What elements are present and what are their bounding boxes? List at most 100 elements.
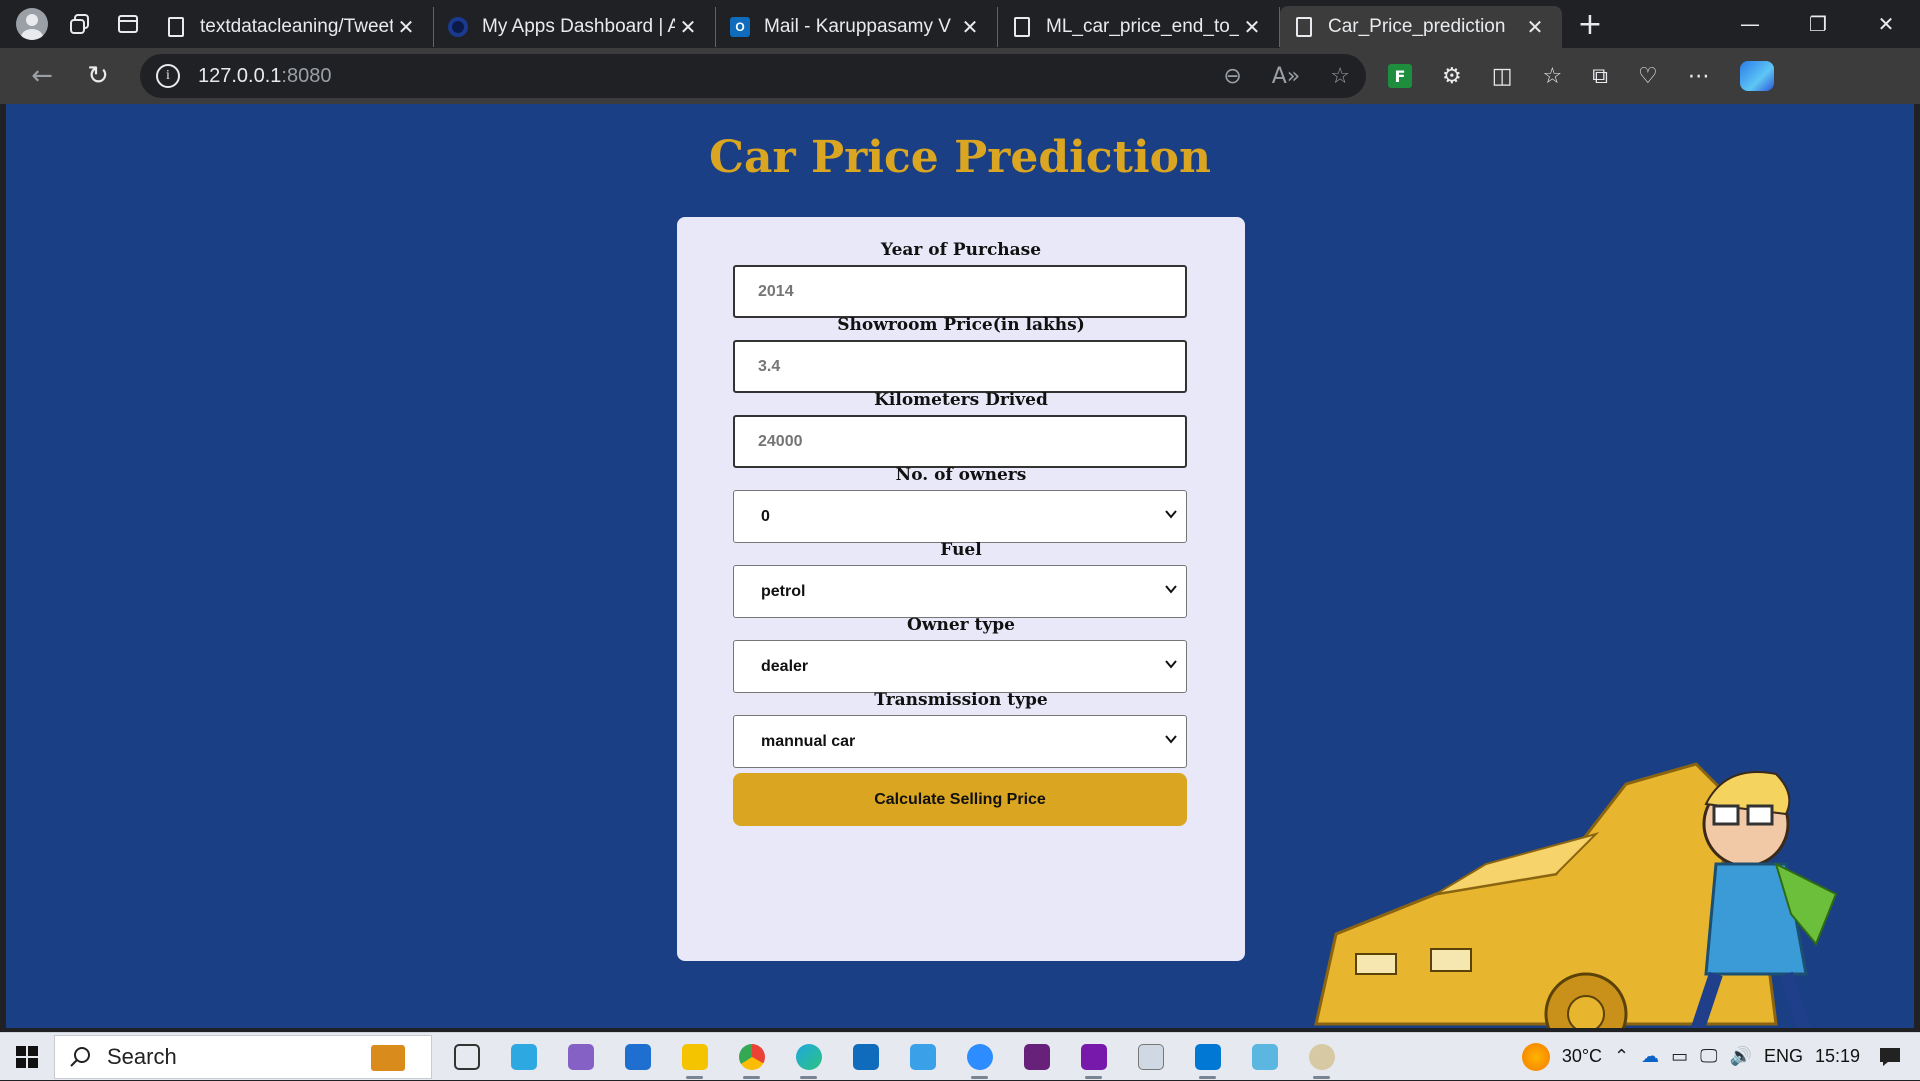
- app-icon[interactable]: [1236, 1033, 1293, 1081]
- chevron-down-icon: [1165, 660, 1177, 669]
- split-screen-icon[interactable]: ◫: [1492, 64, 1513, 89]
- browser-tab-bar: textdatacleaning/Tweets ✕ My Apps Dashbo…: [0, 0, 1920, 48]
- favorites-icon[interactable]: ☆: [1543, 64, 1563, 89]
- minimize-icon[interactable]: —: [1716, 12, 1784, 36]
- notifications-icon[interactable]: [1872, 1042, 1908, 1072]
- tab-title: My Apps Dashboard | Ac: [482, 16, 675, 37]
- owner-type-selected-value: dealer: [761, 657, 809, 675]
- car-illustration: [1314, 762, 1838, 1028]
- file-explorer-icon[interactable]: [666, 1033, 723, 1081]
- chevron-down-icon: [1165, 735, 1177, 744]
- zoom-icon[interactable]: [951, 1033, 1008, 1081]
- start-button[interactable]: [0, 1033, 54, 1081]
- window-controls: — ❐ ✕: [1716, 12, 1920, 36]
- owner-type-select[interactable]: dealer: [733, 640, 1187, 693]
- tab-title: Car_Price_prediction: [1328, 16, 1506, 37]
- pinned-apps: [438, 1033, 1350, 1081]
- input-language[interactable]: ENG: [1764, 1046, 1803, 1067]
- onedrive-cloud-icon[interactable]: ☁: [1641, 1046, 1659, 1067]
- snipping-tool-icon[interactable]: [495, 1033, 552, 1081]
- owners-selected-value: 0: [761, 507, 770, 525]
- calculate-price-button[interactable]: Calculate Selling Price: [733, 773, 1187, 826]
- onenote-icon[interactable]: [1065, 1033, 1122, 1081]
- site-info-icon[interactable]: i: [156, 64, 180, 88]
- search-icon: [70, 1046, 90, 1067]
- refresh-icon[interactable]: ↻: [70, 48, 126, 104]
- system-tray: 30°C ⌃ ☁ ▭ 🖵 🔊 ENG 15:19: [1521, 1042, 1920, 1072]
- year-input[interactable]: 2014: [733, 265, 1187, 318]
- paint-icon[interactable]: [1293, 1033, 1350, 1081]
- network-icon[interactable]: 🖵: [1700, 1046, 1717, 1067]
- workspaces-icon[interactable]: [56, 0, 104, 48]
- read-aloud-icon[interactable]: A»: [1272, 64, 1301, 89]
- showroom-price-input[interactable]: 3.4: [733, 340, 1187, 393]
- document-icon: [1294, 16, 1314, 38]
- address-bar[interactable]: i 127.0.0.1:8080 ⊖ A» ☆: [140, 54, 1366, 98]
- document-icon: [1012, 16, 1032, 38]
- close-tab-icon[interactable]: ✕: [1522, 15, 1548, 40]
- vscode-icon[interactable]: [1179, 1033, 1236, 1081]
- favorite-star-icon[interactable]: ☆: [1330, 64, 1350, 89]
- close-tab-icon[interactable]: ✕: [393, 15, 419, 40]
- tab-actions-icon[interactable]: [104, 0, 152, 48]
- document-icon: [166, 16, 186, 38]
- collections-icon[interactable]: ⧉: [1592, 64, 1608, 89]
- edge-icon[interactable]: [780, 1033, 837, 1081]
- more-options-icon[interactable]: ⋯: [1688, 64, 1710, 89]
- year-label: Year of Purchase: [880, 240, 1042, 260]
- chevron-down-icon: [1165, 510, 1177, 519]
- restore-icon[interactable]: ❐: [1784, 12, 1852, 36]
- url-port: :8080: [281, 64, 332, 87]
- close-window-icon[interactable]: ✕: [1852, 12, 1920, 36]
- tab-title: ML_car_price_end_to_end: [1046, 16, 1239, 37]
- back-arrow-icon[interactable]: ←: [14, 48, 70, 104]
- task-view-icon[interactable]: [438, 1033, 495, 1081]
- close-tab-icon[interactable]: ✕: [957, 15, 983, 40]
- browser-tab[interactable]: ML_car_price_end_to_end ✕: [998, 7, 1280, 47]
- windows-logo-icon: [16, 1045, 38, 1068]
- new-tab-icon[interactable]: +: [1566, 7, 1614, 42]
- whiteboard-icon[interactable]: [894, 1033, 951, 1081]
- notepad-icon[interactable]: [1122, 1033, 1179, 1081]
- battery-icon[interactable]: ▭: [1671, 1046, 1688, 1067]
- browser-tab-active[interactable]: Car_Price_prediction ✕: [1280, 6, 1562, 48]
- visual-studio-purple-icon[interactable]: [1008, 1033, 1065, 1081]
- transmission-selected-value: mannual car: [761, 732, 856, 750]
- fuel-label: Fuel: [940, 540, 982, 560]
- owners-select[interactable]: 0: [733, 490, 1187, 543]
- address-toolbar: ← ↻ i 127.0.0.1:8080 ⊖ A» ☆ F ⚙ ◫ ☆ ⧉ ♡ …: [0, 48, 1920, 104]
- weather-temperature[interactable]: 30°C: [1562, 1046, 1602, 1067]
- chevron-down-icon: [1165, 585, 1177, 594]
- url-host: 127.0.0.1: [198, 64, 282, 87]
- outlook-icon[interactable]: [837, 1033, 894, 1081]
- close-tab-icon[interactable]: ✕: [1239, 15, 1265, 40]
- windows-taskbar: Search 30°C ⌃ ☁ ▭ 🖵 🔊 ENG 15:19: [0, 1032, 1920, 1080]
- chrome-icon[interactable]: [723, 1033, 780, 1081]
- copilot-icon[interactable]: [1739, 61, 1774, 91]
- kilometers-input[interactable]: 24000: [733, 415, 1187, 468]
- close-tab-icon[interactable]: ✕: [675, 15, 701, 40]
- profile-avatar[interactable]: [16, 8, 48, 40]
- volume-icon[interactable]: 🔊: [1730, 1046, 1752, 1067]
- showroom-price-label: Showroom Price(in lakhs): [837, 315, 1085, 335]
- chevron-up-icon[interactable]: ⌃: [1614, 1046, 1629, 1067]
- browser-tab[interactable]: My Apps Dashboard | Ac ✕: [434, 7, 716, 47]
- clock-time[interactable]: 15:19: [1815, 1046, 1860, 1067]
- browser-tab[interactable]: O Mail - Karuppasamy V ✕: [716, 7, 998, 47]
- transmission-select[interactable]: mannual car: [733, 715, 1187, 768]
- fuel-select[interactable]: petrol: [733, 565, 1187, 618]
- tab-title: Mail - Karuppasamy V: [764, 16, 951, 37]
- zoom-out-icon[interactable]: ⊖: [1223, 64, 1241, 89]
- store-icon[interactable]: [609, 1033, 666, 1081]
- extensions-puzzle-icon[interactable]: ⚙: [1442, 64, 1462, 89]
- outlook-icon: O: [730, 16, 750, 38]
- taskbar-search[interactable]: Search: [54, 1034, 432, 1079]
- browser-tab[interactable]: textdatacleaning/Tweets ✕: [152, 7, 434, 47]
- tab-title: textdatacleaning/Tweets: [200, 16, 393, 37]
- weather-sun-icon[interactable]: [1521, 1042, 1550, 1071]
- owner-type-label: Owner type: [907, 615, 1015, 635]
- visual-studio-icon[interactable]: [552, 1033, 609, 1081]
- browser-essentials-icon[interactable]: ♡: [1638, 64, 1658, 89]
- owners-label: No. of owners: [895, 465, 1027, 485]
- extension-icon[interactable]: F: [1388, 64, 1412, 88]
